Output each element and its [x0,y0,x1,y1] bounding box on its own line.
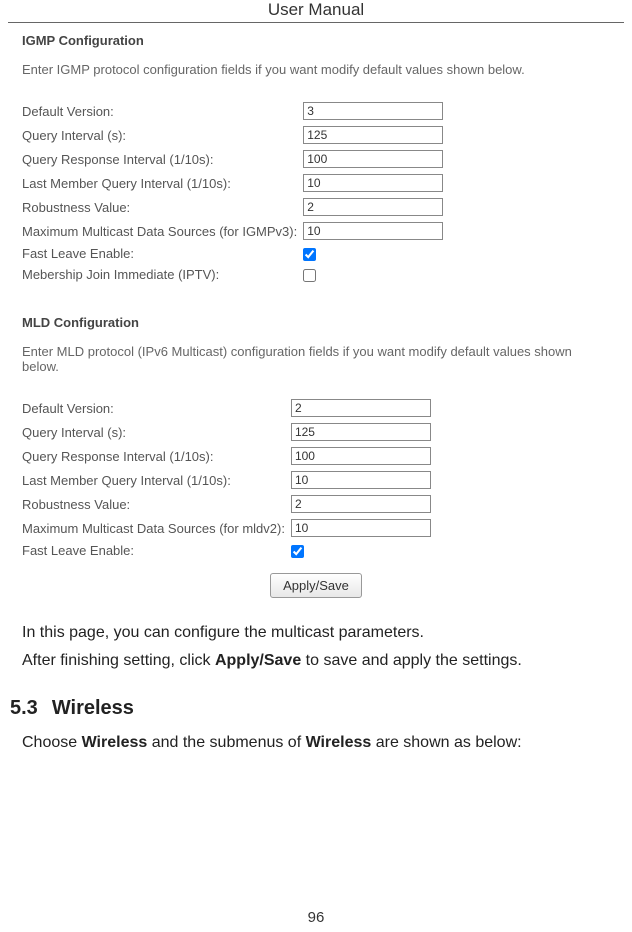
igmp-default-version-label: Default Version: [22,99,303,123]
igmp-membership-join-label: Mebership Join Immediate (IPTV): [22,264,303,285]
mld-robustness-input[interactable] [291,495,431,513]
mld-last-member-label: Last Member Query Interval (1/10s): [22,468,291,492]
igmp-query-interval-input[interactable] [303,126,443,144]
page-number: 96 [0,909,632,926]
section-text-d: Wireless [306,734,372,751]
mld-fast-leave-label: Fast Leave Enable: [22,540,291,561]
mld-max-multicast-label: Maximum Multicast Data Sources (for mldv… [22,516,291,540]
igmp-fast-leave-checkbox[interactable] [303,248,316,261]
body-line-1: In this page, you can configure the mult… [22,620,610,646]
igmp-query-interval-label: Query Interval (s): [22,123,303,147]
section-title: Wireless [52,697,134,719]
body-line-2-b: Apply/Save [215,652,301,669]
mld-default-version-input[interactable] [291,399,431,417]
section-text-e: are shown as below: [371,734,521,751]
page-header: User Manual [8,0,624,23]
section-number: 5.3 [10,697,38,719]
igmp-query-response-label: Query Response Interval (1/10s): [22,147,303,171]
igmp-fast-leave-label: Fast Leave Enable: [22,243,303,264]
igmp-max-multicast-input[interactable] [303,222,443,240]
config-panel: IGMP Configuration Enter IGMP protocol c… [0,23,632,598]
apply-save-button[interactable]: Apply/Save [270,573,362,598]
mld-query-interval-input[interactable] [291,423,431,441]
mld-form-table: Default Version: Query Interval (s): Que… [22,396,433,561]
mld-query-response-label: Query Response Interval (1/10s): [22,444,291,468]
mld-title: MLD Configuration [22,315,610,330]
mld-query-response-input[interactable] [291,447,431,465]
section-heading: 5.3 Wireless [0,675,632,730]
igmp-form-table: Default Version: Query Interval (s): Que… [22,99,445,285]
igmp-robustness-label: Robustness Value: [22,195,303,219]
mld-fast-leave-checkbox[interactable] [291,545,304,558]
mld-robustness-label: Robustness Value: [22,492,291,516]
body-line-2-c: to save and apply the settings. [301,652,522,669]
mld-max-multicast-input[interactable] [291,519,431,537]
section-text-b: Wireless [82,734,148,751]
igmp-title: IGMP Configuration [22,33,610,48]
section-text-a: Choose [22,734,82,751]
igmp-membership-join-checkbox[interactable] [303,269,316,282]
section-body: Choose Wireless and the submenus of Wire… [0,730,632,756]
mld-query-interval-label: Query Interval (s): [22,420,291,444]
body-line-2-a: After finishing setting, click [22,652,215,669]
button-row: Apply/Save [22,573,610,598]
section-text-c: and the submenus of [147,734,305,751]
section-text-line: Choose Wireless and the submenus of Wire… [22,730,610,756]
igmp-query-response-input[interactable] [303,150,443,168]
igmp-robustness-input[interactable] [303,198,443,216]
igmp-max-multicast-label: Maximum Multicast Data Sources (for IGMP… [22,219,303,243]
igmp-desc: Enter IGMP protocol configuration fields… [22,62,610,77]
igmp-last-member-label: Last Member Query Interval (1/10s): [22,171,303,195]
mld-last-member-input[interactable] [291,471,431,489]
mld-default-version-label: Default Version: [22,396,291,420]
igmp-last-member-input[interactable] [303,174,443,192]
body-line-2: After finishing setting, click Apply/Sav… [22,648,610,674]
mld-desc: Enter MLD protocol (IPv6 Multicast) conf… [22,344,610,374]
igmp-default-version-input[interactable] [303,102,443,120]
body-text: In this page, you can configure the mult… [0,620,632,673]
